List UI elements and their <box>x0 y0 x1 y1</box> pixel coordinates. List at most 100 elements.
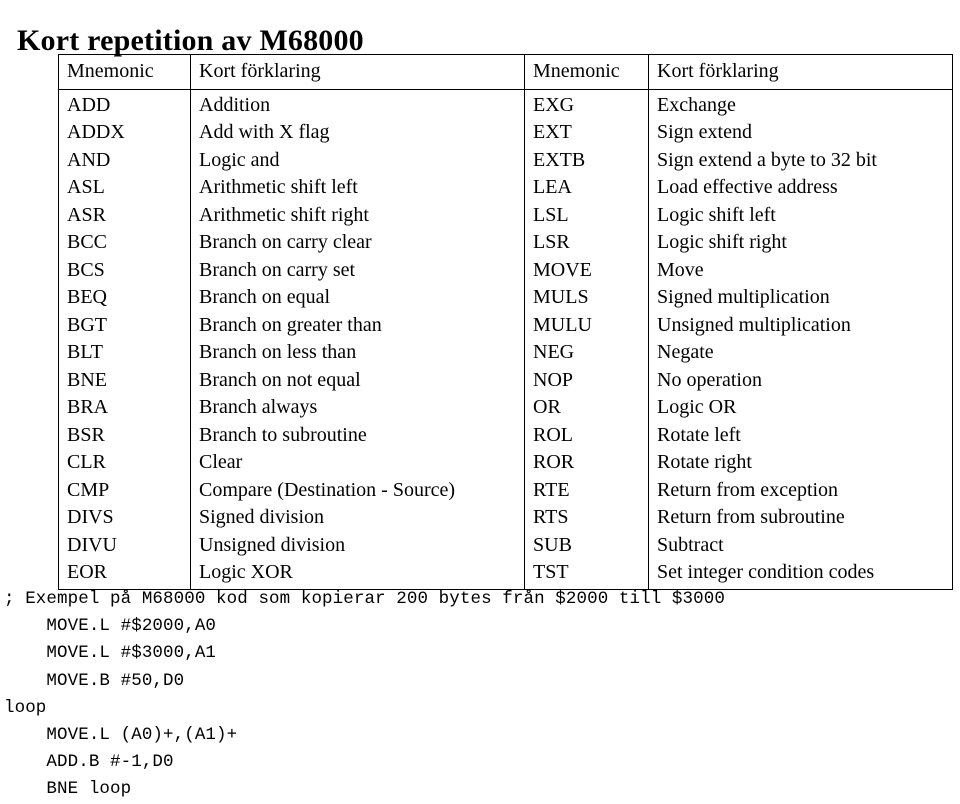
cell-mnemonic-left: DIVS <box>58 503 191 531</box>
column-header-mnemonic-left: Mnemonic <box>58 54 191 89</box>
cell-description-right: Subtract <box>657 533 724 556</box>
cell-description-right: Sign extend <box>657 121 752 143</box>
cell-description-left: Branch on carry clear <box>190 228 525 256</box>
cell-mnemonic-right: NOP <box>524 366 649 394</box>
table-row: DIVS Signed division RTS Return from subrou… <box>58 503 953 531</box>
cell-description-left: Logic XOR <box>190 558 525 589</box>
cell-mnemonic-left: BNE <box>58 366 191 394</box>
cell-description-left: Branch to subroutine <box>190 421 525 449</box>
cell-mnemonic-right: MOVE <box>524 256 649 284</box>
cell-mnemonic-right: ROL <box>524 421 649 449</box>
cell-description-left: Branch on equal <box>190 283 525 311</box>
table-row: BCS Branch on carry set MOVE Move <box>58 256 953 284</box>
table-row: BNE Branch on not equal NOP No operation <box>58 366 953 394</box>
cell-description-right: Logic OR <box>657 396 737 418</box>
cell-description-right: Move <box>657 258 704 281</box>
code-line: ; Exempel på M68000 kod som kopierar 200… <box>4 589 725 609</box>
table-row: CLR Clear ROR Rotate right <box>58 448 953 476</box>
cell-mnemonic-right: EXG <box>524 89 649 119</box>
table-body: ADD Addition EXG Exchange ADDX Add with X fla… <box>58 89 953 589</box>
cell-description-right: Set integer condition codes <box>657 561 875 583</box>
cell-mnemonic-left: BCC <box>58 228 191 256</box>
table-header: Mnemonic Kort förklaring Mnemonic Kort f… <box>58 54 953 89</box>
table-row: BGT Branch on greater than MULU Unsigned mu… <box>58 311 953 339</box>
cell-description-left: Branch on carry set <box>190 256 525 284</box>
cell-description-left: Addition <box>190 89 525 119</box>
cell-mnemonic-left: AND <box>58 146 191 174</box>
cell-mnemonic-right: MULU <box>524 311 649 339</box>
cell-mnemonic-left: EOR <box>58 558 191 589</box>
table-row: CMP Compare (Destination - Source) RTE Retu… <box>58 476 953 504</box>
cell-description-right: Sign extend a byte to 32 bit <box>657 148 877 171</box>
cell-mnemonic-right: MULS <box>524 283 649 311</box>
cell-mnemonic-left: BRA <box>58 393 191 421</box>
cell-mnemonic-left: BGT <box>58 311 191 339</box>
cell-description-left: Add with X flag <box>190 118 525 146</box>
cell-description-right: Rotate right <box>657 451 752 473</box>
cell-mnemonic-left: ADD <box>58 89 191 119</box>
cell-mnemonic-left: ADDX <box>58 118 191 146</box>
instruction-table-container: Mnemonic Kort förklaring Mnemonic Kort f… <box>58 54 953 590</box>
column-header-description-left: Kort förklaring <box>190 54 525 89</box>
code-line: ADD.B #-1,D0 <box>4 752 174 773</box>
cell-mnemonic-right: EXT <box>524 118 649 146</box>
cell-mnemonic-left: CLR <box>58 448 191 476</box>
cell-mnemonic-left: BEQ <box>58 283 191 311</box>
cell-description-right: Exchange <box>657 93 736 116</box>
cell-mnemonic-right: RTE <box>524 476 649 504</box>
table-row: ADDX Add with X flag EXT Sign extend <box>58 118 953 146</box>
cell-description-right: Logic shift right <box>657 231 787 253</box>
cell-mnemonic-right: TST <box>524 558 649 589</box>
cell-mnemonic-left: BLT <box>58 338 191 366</box>
cell-mnemonic-left: ASR <box>58 201 191 229</box>
m68000-instruction-table: Mnemonic Kort förklaring Mnemonic Kort f… <box>58 54 953 590</box>
table-row: BCC Branch on carry clear LSR Logic shift r… <box>58 228 953 256</box>
cell-description-left: Clear <box>190 448 525 476</box>
cell-mnemonic-left: CMP <box>58 476 191 504</box>
cell-mnemonic-left: BSR <box>58 421 191 449</box>
code-example-block: ; Exempel på M68000 kod som kopierar 200… <box>4 586 725 804</box>
cell-description-left: Branch always <box>190 393 525 421</box>
table-row: ASR Arithmetic shift right LSL Logic shift … <box>58 201 953 229</box>
cell-description-left: Signed division <box>190 503 525 531</box>
cell-description-left: Branch on greater than <box>190 311 525 339</box>
code-line: BNE loop <box>4 779 132 800</box>
cell-mnemonic-left: ASL <box>58 173 191 201</box>
cell-description-right: No operation <box>657 368 762 391</box>
cell-mnemonic-right: SUB <box>524 531 649 559</box>
code-line: MOVE.B #50,D0 <box>4 670 185 691</box>
table-row: AND Logic and EXTB Sign extend a byte to 32… <box>58 146 953 174</box>
cell-mnemonic-right: LSR <box>524 228 649 256</box>
cell-mnemonic-right: RTS <box>524 503 649 531</box>
cell-description-left: Logic and <box>190 146 525 174</box>
cell-description-left: Branch on not equal <box>190 366 525 394</box>
cell-description-right: Signed multiplication <box>657 286 830 308</box>
column-header-mnemonic-right: Mnemonic <box>524 54 649 89</box>
table-row: ASL Arithmetic shift left LEA Load effectiv… <box>58 173 953 201</box>
code-line: MOVE.L #$2000,A0 <box>4 616 217 637</box>
cell-description-left: Arithmetic shift right <box>190 201 525 229</box>
cell-mnemonic-left: DIVU <box>58 531 191 559</box>
cell-description-right: Negate <box>657 341 714 363</box>
table-row: BRA Branch always OR Logic OR <box>58 393 953 421</box>
cell-mnemonic-right: NEG <box>524 338 649 366</box>
table-header-row: Mnemonic Kort förklaring Mnemonic Kort f… <box>58 54 953 89</box>
table-row: BSR Branch to subroutine ROL Rotate left <box>58 421 953 449</box>
cell-description-right: Return from exception <box>657 478 839 501</box>
code-line: MOVE.L (A0)+,(A1)+ <box>4 725 238 746</box>
table-row: BLT Branch on less than NEG Negate <box>58 338 953 366</box>
table-row: ADD Addition EXG Exchange <box>58 89 953 119</box>
cell-mnemonic-left: BCS <box>58 256 191 284</box>
table-row: DIVU Unsigned division SUB Subtract <box>58 531 953 559</box>
code-line: MOVE.L #$3000,A1 <box>4 643 217 664</box>
cell-description-right: Load effective address <box>657 176 838 198</box>
cell-mnemonic-right: ROR <box>524 448 649 476</box>
cell-description-right: Logic shift left <box>657 203 776 226</box>
cell-description-right: Rotate left <box>657 423 741 446</box>
cell-mnemonic-right: OR <box>524 393 649 421</box>
code-line: loop <box>4 697 47 718</box>
cell-description-left: Compare (Destination - Source) <box>190 476 525 504</box>
cell-description-left: Arithmetic shift left <box>190 173 525 201</box>
cell-mnemonic-right: LEA <box>524 173 649 201</box>
cell-description-right: Unsigned multiplication <box>657 313 851 336</box>
